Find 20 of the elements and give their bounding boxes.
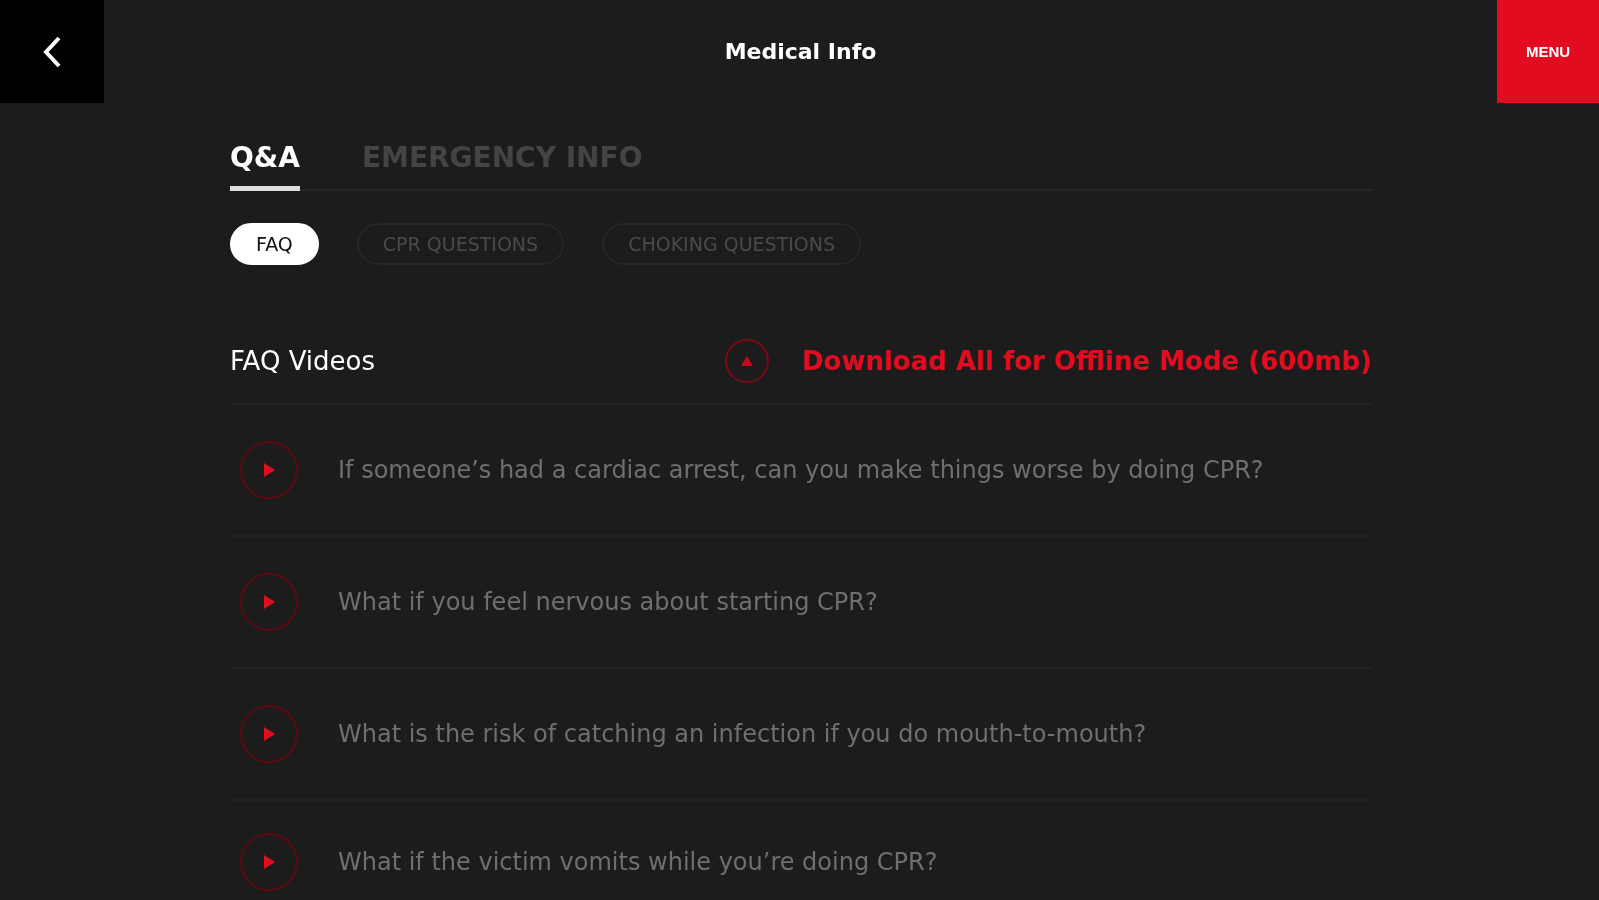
play-button[interactable] xyxy=(240,833,298,891)
section-title: FAQ Videos xyxy=(230,346,376,376)
play-icon xyxy=(263,463,275,477)
filter-chip[interactable]: FAQ xyxy=(230,223,319,265)
play-button[interactable] xyxy=(240,705,298,763)
play-icon xyxy=(263,595,275,609)
page-title: Medical Info xyxy=(724,39,877,64)
play-button[interactable] xyxy=(240,573,298,631)
video-question[interactable]: What if the victim vomits while you’re doing CPR? xyxy=(338,848,938,876)
menu-button[interactable]: MENU xyxy=(1497,0,1599,103)
back-icon xyxy=(41,34,63,69)
play-button[interactable] xyxy=(240,441,298,499)
video-question[interactable]: If someone’s had a cardiac arrest, can you make things worse by doing CPR? xyxy=(338,456,1264,484)
video-question[interactable]: What if you feel nervous about starting CPR? xyxy=(338,588,878,616)
download-icon xyxy=(724,338,770,384)
video-question[interactable]: What is the risk of catching an infection if you do mouth-to-mouth? xyxy=(338,720,1147,748)
play-icon xyxy=(263,855,275,869)
download-link[interactable]: Download All for Offline Mode (600mb) xyxy=(724,338,1372,384)
tab[interactable]: Q&A xyxy=(230,133,300,191)
play-icon xyxy=(263,727,275,741)
